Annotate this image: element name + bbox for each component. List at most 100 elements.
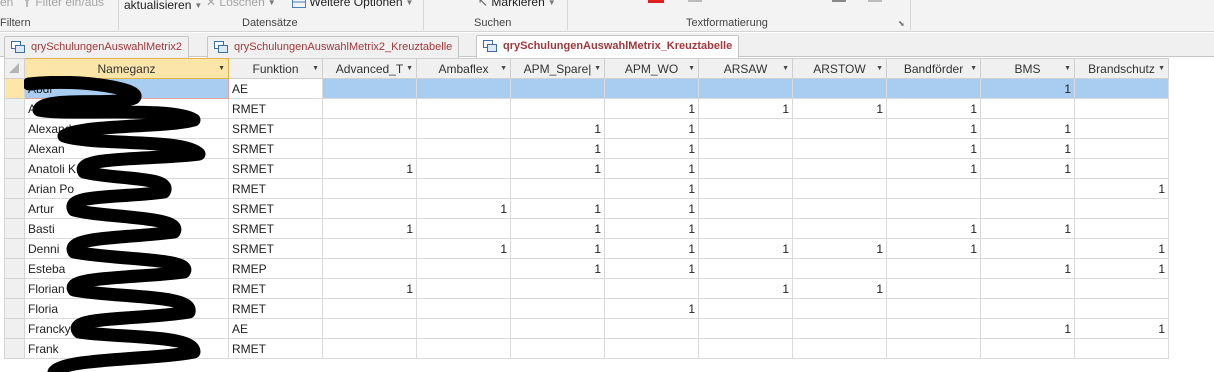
value-cell[interactable]: 1 bbox=[792, 278, 887, 299]
funktion-cell[interactable]: RMET bbox=[228, 298, 323, 319]
value-cell[interactable] bbox=[510, 298, 605, 319]
value-cell[interactable]: 1 bbox=[886, 218, 981, 239]
value-cell[interactable] bbox=[322, 258, 417, 279]
value-cell[interactable] bbox=[980, 198, 1075, 219]
filter-toggle-button[interactable]: Filter ein/aus bbox=[22, 0, 104, 9]
column-header[interactable]: Ambaflex ▼ bbox=[416, 58, 511, 79]
value-cell[interactable] bbox=[416, 78, 511, 99]
value-cell[interactable] bbox=[792, 298, 887, 319]
funktion-cell[interactable]: SRMET bbox=[228, 138, 323, 159]
value-cell[interactable]: 1 bbox=[604, 158, 699, 179]
value-cell[interactable] bbox=[604, 318, 699, 339]
table-row[interactable]: Artur SRMET 1 1 1 bbox=[4, 198, 1169, 219]
tab-query-metrix2[interactable]: qrySchulungenAuswahlMetrix2 bbox=[4, 36, 190, 58]
value-cell[interactable] bbox=[698, 318, 793, 339]
value-cell[interactable] bbox=[792, 178, 887, 199]
value-cell[interactable] bbox=[322, 178, 417, 199]
funktion-cell[interactable]: SRMET bbox=[228, 218, 323, 239]
value-cell[interactable]: 1 bbox=[510, 238, 605, 259]
value-cell[interactable] bbox=[698, 178, 793, 199]
value-cell[interactable]: 1 bbox=[886, 138, 981, 159]
value-cell[interactable]: 1 bbox=[604, 238, 699, 259]
table-row[interactable]: Francky AE 1 1 bbox=[4, 318, 1169, 339]
funktion-cell[interactable]: RMET bbox=[228, 98, 323, 119]
value-cell[interactable] bbox=[416, 258, 511, 279]
value-cell[interactable] bbox=[698, 298, 793, 319]
value-cell[interactable]: 1 bbox=[980, 258, 1075, 279]
name-cell[interactable]: Frank bbox=[24, 338, 229, 359]
row-selector[interactable] bbox=[4, 238, 25, 259]
value-cell[interactable] bbox=[1074, 278, 1169, 299]
row-selector[interactable] bbox=[4, 158, 25, 179]
value-cell[interactable]: 1 bbox=[1074, 258, 1169, 279]
value-cell[interactable] bbox=[1074, 298, 1169, 319]
value-cell[interactable] bbox=[792, 138, 887, 159]
row-selector[interactable] bbox=[4, 298, 25, 319]
font-color-swatch[interactable] bbox=[648, 0, 664, 3]
value-cell[interactable]: 1 bbox=[980, 218, 1075, 239]
value-cell[interactable] bbox=[886, 338, 981, 359]
funktion-cell[interactable]: RMEP bbox=[228, 258, 323, 279]
value-cell[interactable] bbox=[322, 78, 417, 99]
dialog-launcher-icon[interactable]: ⬊ bbox=[898, 19, 905, 28]
column-header[interactable]: APM_WO ▼ bbox=[604, 58, 699, 79]
name-cell[interactable]: Abdi bbox=[24, 78, 229, 99]
refresh-button[interactable]: aktualisieren ▼ bbox=[124, 0, 202, 12]
value-cell[interactable]: 1 bbox=[322, 158, 417, 179]
value-cell[interactable]: 1 bbox=[416, 198, 511, 219]
chevron-down-icon[interactable]: ▼ bbox=[1158, 65, 1165, 72]
value-cell[interactable] bbox=[510, 338, 605, 359]
name-cell[interactable]: Esteba bbox=[24, 258, 229, 279]
value-cell[interactable] bbox=[322, 298, 417, 319]
funktion-cell[interactable]: SRMET bbox=[228, 118, 323, 139]
column-header[interactable]: Brandschutz ▼ bbox=[1074, 58, 1169, 79]
funktion-cell[interactable]: SRMET bbox=[228, 198, 323, 219]
more-options-button[interactable]: Weitere Optionen ▼ bbox=[292, 0, 413, 9]
value-cell[interactable] bbox=[886, 178, 981, 199]
value-cell[interactable] bbox=[698, 78, 793, 99]
value-cell[interactable] bbox=[1074, 218, 1169, 239]
value-cell[interactable]: 1 bbox=[604, 198, 699, 219]
row-selector[interactable] bbox=[4, 338, 25, 359]
select-all-corner[interactable] bbox=[4, 58, 25, 79]
value-cell[interactable] bbox=[416, 138, 511, 159]
value-cell[interactable] bbox=[510, 98, 605, 119]
name-cell[interactable]: Anatoli K bbox=[24, 158, 229, 179]
highlight-swatch[interactable] bbox=[688, 0, 702, 2]
column-header[interactable]: ARSTOW ▼ bbox=[792, 58, 887, 79]
value-cell[interactable] bbox=[980, 178, 1075, 199]
value-cell[interactable] bbox=[604, 338, 699, 359]
value-cell[interactable] bbox=[416, 298, 511, 319]
value-cell[interactable]: 1 bbox=[980, 158, 1075, 179]
value-cell[interactable] bbox=[698, 338, 793, 359]
value-cell[interactable]: 1 bbox=[980, 138, 1075, 159]
table-row[interactable]: Esteba RMEP 1 1 1 1 bbox=[4, 258, 1169, 279]
table-row[interactable]: Floria RMET 1 bbox=[4, 298, 1169, 319]
value-cell[interactable]: 1 bbox=[698, 238, 793, 259]
name-cell[interactable]: Florian K bbox=[24, 278, 229, 299]
value-cell[interactable]: 1 bbox=[510, 158, 605, 179]
value-cell[interactable]: 1 bbox=[604, 258, 699, 279]
value-cell[interactable] bbox=[980, 278, 1075, 299]
name-cell[interactable]: Francky bbox=[24, 318, 229, 339]
name-cell[interactable]: Denni bbox=[24, 238, 229, 259]
value-cell[interactable]: 1 bbox=[510, 198, 605, 219]
row-selector[interactable] bbox=[4, 138, 25, 159]
value-cell[interactable] bbox=[322, 198, 417, 219]
table-row[interactable]: Alexand SRMET 1 1 1 1 bbox=[4, 118, 1169, 139]
value-cell[interactable] bbox=[792, 218, 887, 239]
value-cell[interactable]: 1 bbox=[322, 278, 417, 299]
name-cell[interactable]: Floria bbox=[24, 298, 229, 319]
value-cell[interactable] bbox=[510, 78, 605, 99]
value-cell[interactable] bbox=[698, 138, 793, 159]
value-cell[interactable] bbox=[322, 118, 417, 139]
value-cell[interactable] bbox=[886, 78, 981, 99]
row-selector[interactable] bbox=[4, 118, 25, 139]
column-header[interactable]: Bandförder ▼ bbox=[886, 58, 981, 79]
value-cell[interactable] bbox=[980, 298, 1075, 319]
value-cell[interactable] bbox=[1074, 198, 1169, 219]
chevron-down-icon[interactable]: ▼ bbox=[782, 65, 789, 72]
chevron-down-icon[interactable]: ▼ bbox=[1064, 65, 1071, 72]
table-row[interactable]: Basti SRMET 1 1 1 1 1 bbox=[4, 218, 1169, 239]
value-cell[interactable]: 1 bbox=[604, 178, 699, 199]
